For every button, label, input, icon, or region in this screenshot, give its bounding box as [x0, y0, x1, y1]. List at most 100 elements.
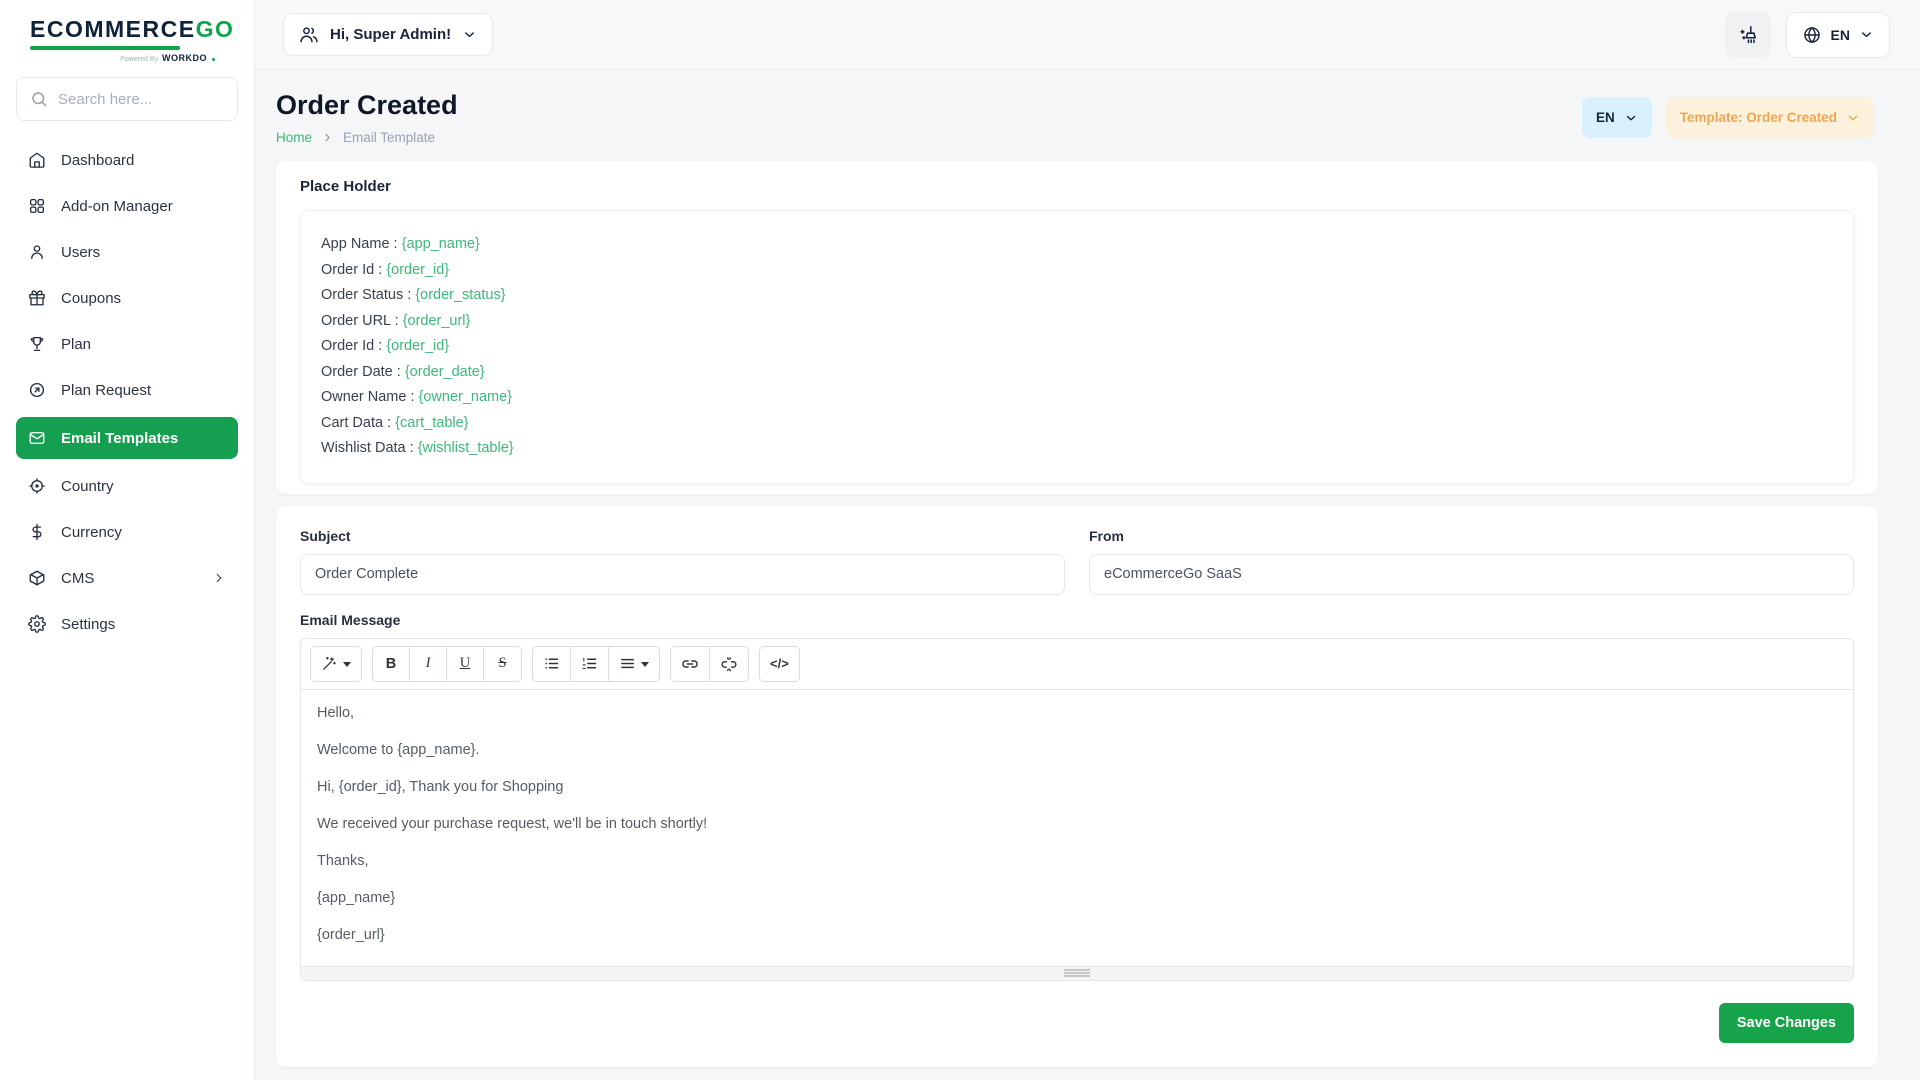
from-input[interactable] [1089, 554, 1854, 595]
placeholder-separator: : [374, 338, 386, 354]
placeholder-separator: : [406, 440, 418, 456]
clear-cache-button[interactable] [1725, 12, 1771, 58]
template-dropdown-value: Template: Order Created [1680, 110, 1837, 125]
sidebar-item-addon-manager[interactable]: Add-on Manager [16, 187, 238, 225]
insert-link-button[interactable] [671, 647, 710, 681]
placeholder-separator: : [374, 262, 386, 278]
subject-label: Subject [300, 528, 1065, 544]
placeholder-list: App Name : {app_name} Order Id : {order_… [300, 210, 1854, 484]
placeholder-value: {order_status} [415, 287, 505, 303]
editor-line: We received your purchase request, we'll… [317, 816, 1837, 832]
placeholder-item: Order URL : {order_url} [321, 309, 1833, 335]
logo-accent-text: GO [196, 16, 235, 42]
editor-line: Welcome to {app_name}. [317, 742, 1837, 758]
placeholder-item: Wishlist Data : {wishlist_table} [321, 436, 1833, 462]
breadcrumb-home-link[interactable]: Home [276, 130, 312, 145]
sidebar-item-currency[interactable]: Currency [16, 513, 238, 551]
sidebar-item-dashboard[interactable]: Dashboard [16, 141, 238, 179]
placeholder-card-title: Place Holder [300, 178, 1854, 195]
sidebar-item-email-templates[interactable]: Email Templates [16, 417, 238, 459]
sidebar-item-label: CMS [61, 570, 94, 587]
sidebar-item-plan-request[interactable]: Plan Request [16, 371, 238, 409]
sidebar-item-users[interactable]: Users [16, 233, 238, 271]
page-header: Order Created Home Email Template EN Tem… [276, 86, 1878, 161]
app-logo: ECOMMERCEGO Powered By WORKDO [0, 0, 254, 63]
target-icon [28, 477, 46, 495]
email-message-editor[interactable]: Hello, Welcome to {app_name}. Hi, {order… [301, 690, 1853, 966]
subject-input[interactable] [300, 554, 1065, 595]
placeholder-separator: : [406, 389, 418, 405]
rich-text-editor: B I U S [300, 638, 1854, 981]
align-icon [619, 655, 636, 672]
language-selector[interactable]: EN [1786, 12, 1890, 58]
placeholder-label: Order Id [321, 338, 374, 354]
sidebar-item-country[interactable]: Country [16, 467, 238, 505]
dollar-icon [28, 523, 46, 541]
chevron-down-icon [1846, 111, 1860, 125]
placeholder-value: {owner_name} [419, 389, 513, 405]
editor-line: {order_url} [317, 927, 1837, 943]
link-group [670, 646, 749, 682]
placeholder-value: {wishlist_table} [418, 440, 514, 456]
user-menu-button[interactable]: Hi, Super Admin! [283, 13, 493, 56]
sidebar-item-label: Email Templates [61, 430, 178, 447]
search-input[interactable] [58, 91, 257, 108]
placeholder-separator: : [390, 236, 402, 252]
placeholder-label: Cart Data [321, 415, 383, 431]
bold-button[interactable]: B [373, 647, 410, 681]
font-style-group: B I U S [372, 646, 522, 682]
paragraph-align-button[interactable] [609, 647, 659, 681]
sidebar-item-label: Add-on Manager [61, 198, 173, 215]
caret-down-icon [641, 662, 649, 667]
underline-button[interactable]: U [447, 647, 484, 681]
save-changes-button[interactable]: Save Changes [1719, 1003, 1854, 1043]
placeholder-value: {order_id} [386, 338, 449, 354]
gift-icon [28, 289, 46, 307]
style-group [310, 646, 362, 682]
placeholder-item: App Name : {app_name} [321, 232, 1833, 258]
chevron-down-icon [462, 27, 477, 42]
broom-icon [1737, 24, 1759, 46]
template-dropdown[interactable]: Template: Order Created [1666, 97, 1874, 138]
search-icon [30, 90, 48, 108]
sidebar-item-label: Plan Request [61, 382, 151, 399]
editor-line: Thanks, [317, 853, 1837, 869]
placeholder-item: Order Id : {order_id} [321, 258, 1833, 284]
unlink-button[interactable] [710, 647, 748, 681]
placeholder-value: {order_id} [386, 262, 449, 278]
placeholder-item: Order Id : {order_id} [321, 334, 1833, 360]
unordered-list-button[interactable] [533, 647, 571, 681]
sidebar-item-plan[interactable]: Plan [16, 325, 238, 363]
magic-style-button[interactable] [311, 647, 361, 681]
mail-icon [28, 429, 46, 447]
placeholder-separator: : [383, 415, 395, 431]
editor-resize-handle[interactable] [301, 966, 1853, 980]
main-area: Hi, Super Admin! EN Order Created Home E… [255, 0, 1920, 1080]
code-view-button[interactable]: </> [760, 647, 799, 681]
home-icon [28, 151, 46, 169]
placeholder-label: Owner Name [321, 389, 406, 405]
placeholder-label: Order Date [321, 364, 393, 380]
view-group: </> [759, 646, 800, 682]
sidebar-item-label: Users [61, 244, 100, 261]
placeholder-label: App Name [321, 236, 390, 252]
placeholder-value: {app_name} [402, 236, 480, 252]
sidebar-item-settings[interactable]: Settings [16, 605, 238, 643]
placeholder-value: {order_date} [405, 364, 485, 380]
user-menu-label: Hi, Super Admin! [330, 26, 451, 43]
page-title: Order Created [276, 90, 458, 121]
chevron-down-icon [1859, 27, 1874, 42]
logo-underline [30, 46, 180, 50]
italic-button[interactable]: I [410, 647, 447, 681]
from-label: From [1089, 528, 1854, 544]
topbar: Hi, Super Admin! EN [255, 0, 1920, 70]
page-language-dropdown[interactable]: EN [1582, 97, 1652, 138]
sidebar-item-label: Coupons [61, 290, 121, 307]
sidebar-item-coupons[interactable]: Coupons [16, 279, 238, 317]
resize-grip-icon [1064, 969, 1090, 977]
page-content: Order Created Home Email Template EN Tem… [255, 70, 1920, 1080]
placeholder-separator: : [391, 313, 403, 329]
sidebar-item-cms[interactable]: CMS [16, 559, 238, 597]
ordered-list-button[interactable] [571, 647, 609, 681]
strikethrough-button[interactable]: S [484, 647, 521, 681]
